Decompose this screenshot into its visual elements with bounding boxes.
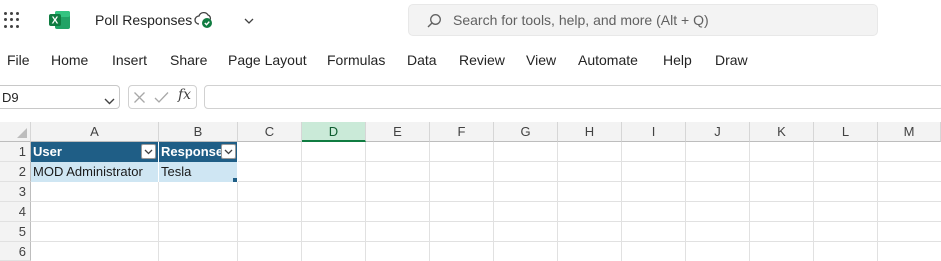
column-header-c[interactable]: C xyxy=(238,122,302,142)
enter-check-icon[interactable] xyxy=(154,91,169,104)
table-header-user[interactable]: User xyxy=(31,142,159,162)
search-input[interactable] xyxy=(453,9,863,31)
filter-dropdown-icon[interactable] xyxy=(141,144,156,159)
table-resize-handle[interactable] xyxy=(233,178,237,182)
cloud-saved-icon[interactable] xyxy=(194,11,214,29)
menu-insert[interactable]: Insert xyxy=(112,52,147,68)
row-header-3[interactable]: 3 xyxy=(0,182,31,202)
name-box[interactable]: D9 xyxy=(0,85,120,109)
name-box-value: D9 xyxy=(2,90,19,105)
table-header-label: Response xyxy=(161,144,224,159)
column-header-b[interactable]: B xyxy=(159,122,238,142)
menu-home[interactable]: Home xyxy=(51,52,88,68)
menu-share[interactable]: Share xyxy=(170,52,207,68)
select-all-corner[interactable] xyxy=(0,122,31,142)
gridline xyxy=(31,241,941,242)
cancel-icon[interactable] xyxy=(133,91,146,104)
title-bar: X Poll Responses xyxy=(0,0,941,40)
column-header-i[interactable]: I xyxy=(622,122,686,142)
menu-file[interactable]: File xyxy=(7,52,30,68)
column-header-k[interactable]: K xyxy=(750,122,814,142)
menu-page-layout[interactable]: Page Layout xyxy=(228,52,307,68)
column-header-a[interactable]: A xyxy=(31,122,159,142)
menu-view[interactable]: View xyxy=(526,52,556,68)
search-icon xyxy=(426,13,442,29)
column-header-l[interactable]: L xyxy=(814,122,878,142)
row-header-6[interactable]: 6 xyxy=(0,242,31,261)
name-box-chevron-icon[interactable] xyxy=(104,93,115,105)
menu-formulas[interactable]: Formulas xyxy=(327,52,385,68)
table-cell-a2[interactable]: MOD Administrator xyxy=(31,162,159,182)
column-header-f[interactable]: F xyxy=(430,122,494,142)
formula-input[interactable] xyxy=(204,85,941,109)
row-header-5[interactable]: 5 xyxy=(0,222,31,242)
menu-draw[interactable]: Draw xyxy=(715,52,748,68)
column-header-e[interactable]: E xyxy=(366,122,430,142)
row-header-2[interactable]: 2 xyxy=(0,162,31,182)
gridline xyxy=(31,221,941,222)
spreadsheet-grid[interactable]: A B C D E F G H I J K L M 1 2 3 4 5 6 Us… xyxy=(0,122,941,261)
table-header-label: User xyxy=(33,144,62,159)
menu-help[interactable]: Help xyxy=(663,52,692,68)
search-box[interactable] xyxy=(408,4,878,36)
gridline xyxy=(31,201,941,202)
column-header-g[interactable]: G xyxy=(494,122,558,142)
column-header-m[interactable]: M xyxy=(878,122,941,142)
menu-review[interactable]: Review xyxy=(459,52,505,68)
app-launcher-icon[interactable] xyxy=(4,12,20,28)
menu-automate[interactable]: Automate xyxy=(578,52,638,68)
column-header-h[interactable]: H xyxy=(558,122,622,142)
formula-actions: fx xyxy=(128,85,197,109)
column-header-j[interactable]: J xyxy=(686,122,750,142)
excel-logo-icon: X xyxy=(49,10,71,30)
insert-function-button[interactable]: fx xyxy=(178,87,191,103)
chevron-down-icon[interactable] xyxy=(242,14,256,26)
document-title[interactable]: Poll Responses xyxy=(95,12,192,28)
row-header-1[interactable]: 1 xyxy=(0,142,31,162)
menu-data[interactable]: Data xyxy=(407,52,437,68)
table-header-response[interactable]: Response xyxy=(159,142,238,162)
row-header-4[interactable]: 4 xyxy=(0,202,31,222)
filter-dropdown-icon[interactable] xyxy=(221,144,236,159)
excel-logo-letter: X xyxy=(52,16,59,27)
table-cell-b2[interactable]: Tesla xyxy=(159,162,238,182)
menu-bar: File Home Insert Share Page Layout Formu… xyxy=(0,44,941,76)
column-header-d[interactable]: D xyxy=(302,122,366,142)
